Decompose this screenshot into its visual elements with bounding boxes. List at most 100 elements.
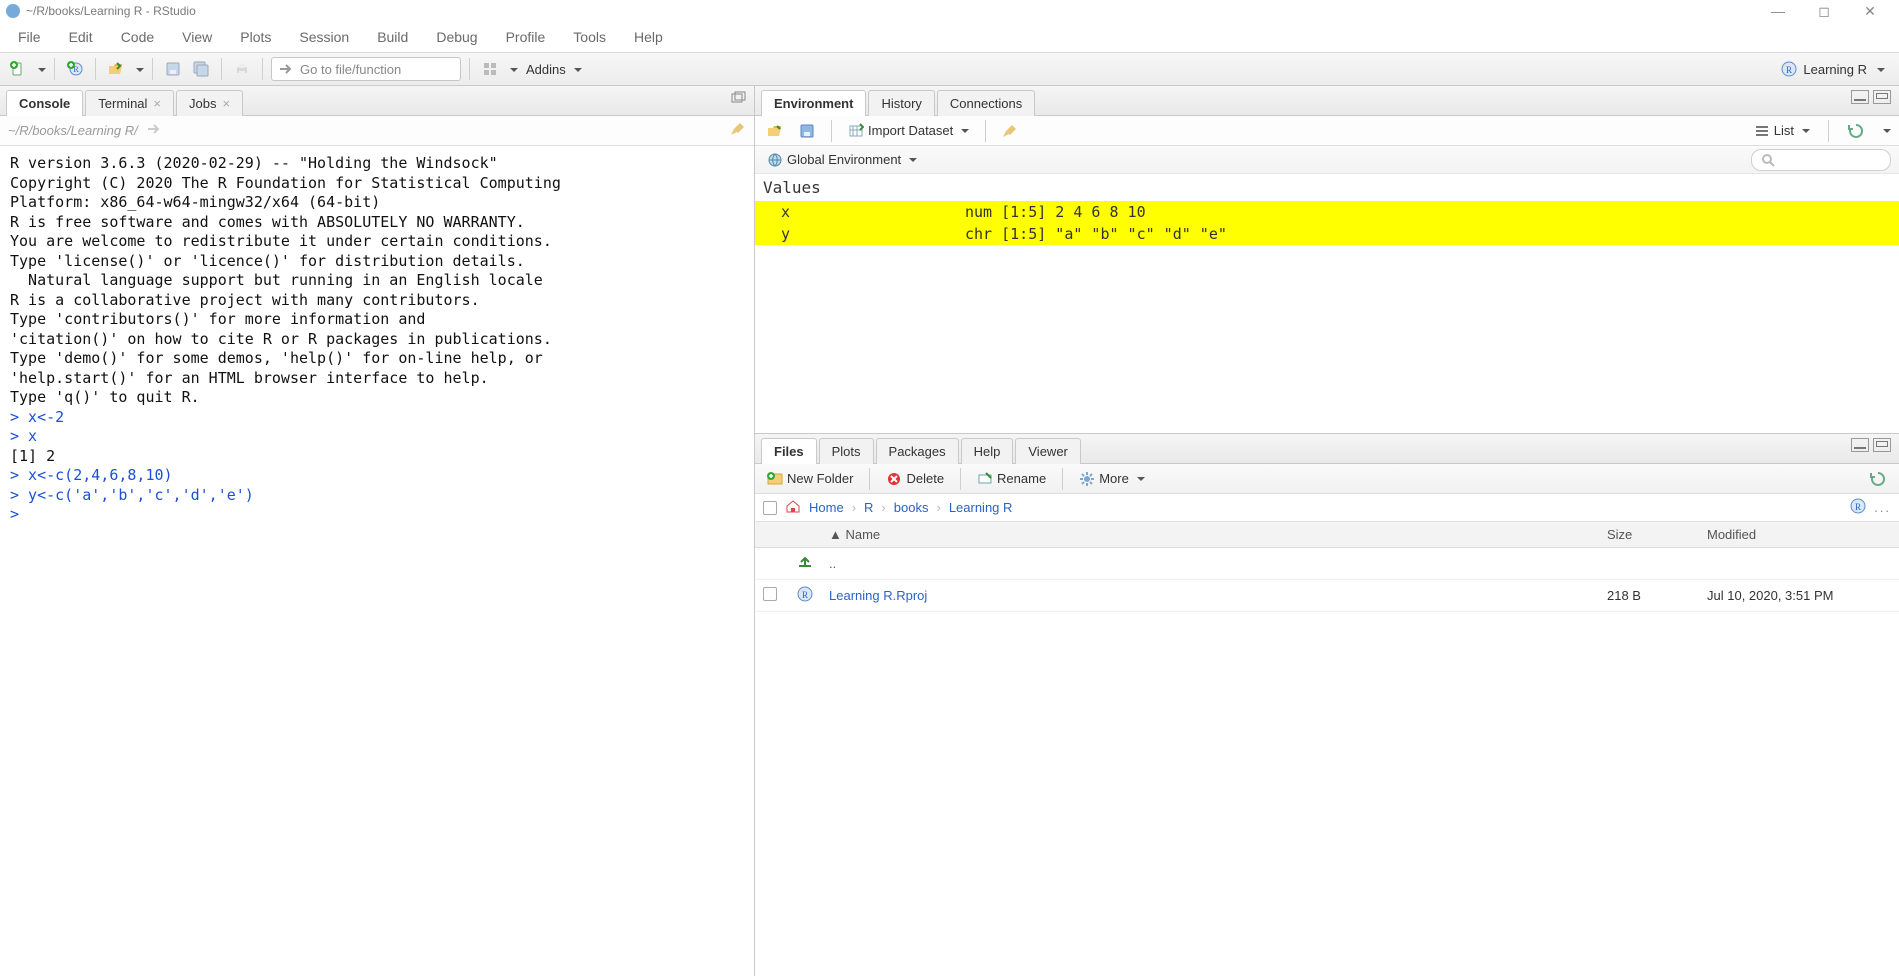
- console-goto-dir-button[interactable]: [146, 121, 162, 140]
- menu-tools[interactable]: Tools: [559, 25, 620, 49]
- save-button[interactable]: [161, 57, 185, 81]
- crumb-home[interactable]: Home: [809, 500, 844, 515]
- delete-icon: [886, 471, 902, 487]
- env-search-input[interactable]: [1751, 149, 1891, 171]
- print-button[interactable]: [230, 57, 254, 81]
- parent-dir-row[interactable]: ..: [755, 548, 1899, 580]
- list-icon: [1754, 123, 1770, 139]
- rstudio-logo-icon: [6, 4, 20, 18]
- env-row[interactable]: xnum [1:5] 2 4 6 8 10: [755, 201, 1899, 223]
- tab-terminal[interactable]: Terminal×: [85, 90, 174, 116]
- refresh-files-button[interactable]: [1865, 467, 1891, 491]
- col-size[interactable]: Size: [1599, 522, 1699, 548]
- menu-session[interactable]: Session: [285, 25, 363, 49]
- pane-minimize-button[interactable]: [1851, 438, 1869, 452]
- new-folder-icon: [767, 471, 783, 487]
- arrow-icon: [146, 121, 162, 137]
- up-folder-icon: [797, 554, 813, 570]
- addins-menu[interactable]: Addins: [522, 60, 586, 79]
- new-folder-button[interactable]: New Folder: [763, 469, 857, 489]
- project-name: Learning R: [1803, 62, 1867, 77]
- workspace-panes-button[interactable]: [478, 57, 502, 81]
- clear-env-button[interactable]: [998, 119, 1022, 143]
- pane-maximize-button[interactable]: [1873, 438, 1891, 452]
- new-file-dropdown[interactable]: [34, 62, 46, 77]
- file-size: 218 B: [1599, 580, 1699, 612]
- rproject-icon: R: [1781, 61, 1797, 77]
- env-scope-selector[interactable]: Global Environment: [763, 150, 921, 170]
- env-view-mode[interactable]: List: [1750, 121, 1814, 141]
- rproject-plus-icon: R: [67, 61, 83, 77]
- rename-button[interactable]: Rename: [973, 469, 1050, 489]
- more-button[interactable]: More: [1075, 469, 1149, 489]
- pane-popout-button[interactable]: [730, 90, 746, 109]
- broom-icon: [1002, 123, 1018, 139]
- delete-button[interactable]: Delete: [882, 469, 948, 489]
- file-row[interactable]: RLearning R.Rproj218 BJul 10, 2020, 3:51…: [755, 580, 1899, 612]
- env-var-name: x: [755, 203, 965, 221]
- tab-environment[interactable]: Environment: [761, 90, 866, 116]
- svg-text:R: R: [1855, 502, 1861, 512]
- addins-label: Addins: [526, 62, 566, 77]
- crumb-learning-r[interactable]: Learning R: [949, 500, 1013, 515]
- svg-text:R: R: [802, 590, 808, 600]
- goto-file-function-input[interactable]: Go to file/function: [271, 57, 461, 81]
- open-file-button[interactable]: [104, 57, 128, 81]
- tab-plots[interactable]: Plots: [819, 438, 874, 464]
- tab-connections[interactable]: Connections: [937, 90, 1035, 116]
- menu-file[interactable]: File: [4, 25, 55, 49]
- refresh-env-button[interactable]: [1843, 119, 1869, 143]
- col-modified[interactable]: Modified: [1699, 522, 1899, 548]
- home-icon[interactable]: [785, 498, 801, 517]
- close-icon[interactable]: ×: [222, 96, 230, 111]
- tab-history[interactable]: History: [868, 90, 934, 116]
- new-file-button[interactable]: [6, 57, 30, 81]
- menu-plots[interactable]: Plots: [226, 25, 285, 49]
- pane-minimize-button[interactable]: [1851, 90, 1869, 104]
- col-name[interactable]: ▲ Name: [821, 522, 1599, 548]
- file-checkbox[interactable]: [763, 587, 777, 601]
- window-minimize-button[interactable]: —: [1755, 3, 1801, 19]
- rename-icon: [977, 471, 993, 487]
- select-all-checkbox[interactable]: [763, 501, 777, 515]
- env-row[interactable]: ychr [1:5] "a" "b" "c" "d" "e": [755, 223, 1899, 245]
- menu-view[interactable]: View: [168, 25, 226, 49]
- open-recent-dropdown[interactable]: [132, 62, 144, 77]
- load-workspace-button[interactable]: [763, 119, 787, 143]
- menu-code[interactable]: Code: [107, 25, 168, 49]
- project-switcher[interactable]: R Learning R: [1773, 61, 1893, 77]
- tab-files[interactable]: Files: [761, 438, 817, 464]
- menu-build[interactable]: Build: [363, 25, 422, 49]
- rproj-file-icon: R: [797, 586, 813, 602]
- broom-icon: [730, 121, 746, 137]
- menu-debug[interactable]: Debug: [422, 25, 491, 49]
- console-output[interactable]: R version 3.6.3 (2020-02-29) -- "Holding…: [0, 146, 754, 976]
- window-maximize-button[interactable]: ◻: [1801, 3, 1847, 20]
- window-close-button[interactable]: ✕: [1847, 3, 1893, 20]
- save-workspace-button[interactable]: [795, 119, 819, 143]
- more-path-button[interactable]: ...: [1874, 500, 1891, 515]
- tab-console[interactable]: Console: [6, 90, 83, 116]
- save-all-button[interactable]: [189, 57, 213, 81]
- crumb-books[interactable]: books: [894, 500, 929, 515]
- crumb-r[interactable]: R: [864, 500, 873, 515]
- menu-edit[interactable]: Edit: [55, 25, 107, 49]
- menubar: File Edit Code View Plots Session Build …: [0, 22, 1899, 52]
- refresh-dropdown[interactable]: [1879, 123, 1891, 138]
- menu-profile[interactable]: Profile: [492, 25, 560, 49]
- env-var-value: chr [1:5] "a" "b" "c" "d" "e": [965, 225, 1899, 243]
- tab-help[interactable]: Help: [961, 438, 1014, 464]
- save-icon: [799, 123, 815, 139]
- tab-jobs[interactable]: Jobs×: [176, 90, 243, 116]
- new-project-button[interactable]: R: [63, 57, 87, 81]
- workspace-panes-dropdown[interactable]: [506, 62, 518, 77]
- tab-viewer[interactable]: Viewer: [1015, 438, 1081, 464]
- pane-maximize-button[interactable]: [1873, 90, 1891, 104]
- import-dataset-button[interactable]: Import Dataset: [844, 121, 973, 141]
- close-icon[interactable]: ×: [153, 96, 161, 111]
- rproject-indicator[interactable]: R: [1850, 498, 1866, 517]
- clear-console-button[interactable]: [730, 121, 746, 140]
- env-scope-label: Global Environment: [787, 152, 901, 167]
- menu-help[interactable]: Help: [620, 25, 677, 49]
- tab-packages[interactable]: Packages: [876, 438, 959, 464]
